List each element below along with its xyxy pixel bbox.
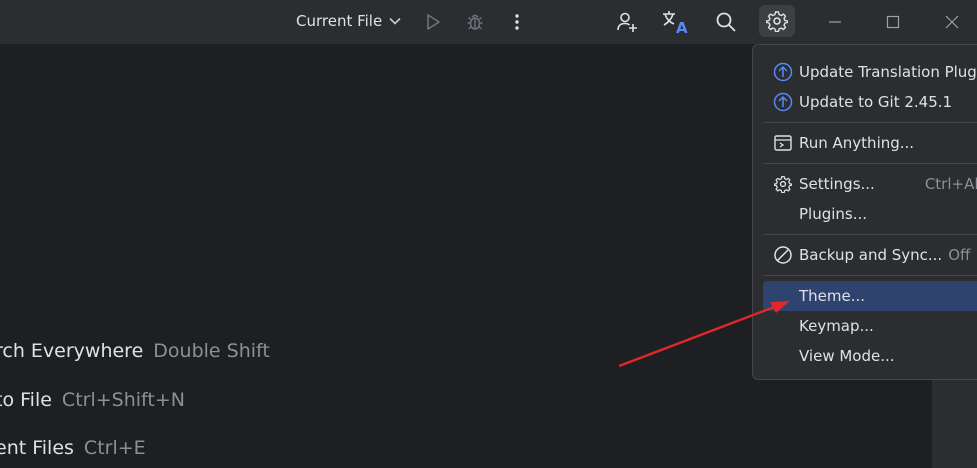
- code-with-me-button[interactable]: [612, 7, 642, 37]
- menu-item-settings[interactable]: Settings... Ctrl+Alt: [763, 169, 977, 199]
- menu-item-update-translation-plugin[interactable]: Update Translation Plugin: [763, 57, 977, 87]
- title-bar: Current File A: [0, 0, 977, 45]
- settings-button[interactable]: [759, 5, 795, 37]
- update-arrow-icon: [771, 60, 795, 84]
- debug-button[interactable]: [460, 7, 490, 37]
- run-config-label: Current File: [296, 12, 383, 30]
- search-button[interactable]: [711, 7, 741, 37]
- menu-item-label: Keymap...: [799, 317, 874, 335]
- run-anything-icon: [771, 131, 795, 155]
- settings-popup-menu: Update Translation Plugin Update to Git …: [752, 44, 977, 380]
- gear-icon: [771, 172, 795, 196]
- hint-shortcut: Ctrl+Shift+N: [61, 389, 185, 411]
- minimize-button[interactable]: [820, 7, 850, 37]
- menu-item-label: Run Anything...: [799, 134, 915, 152]
- hint-recent-files: ent Files Ctrl+E: [0, 437, 146, 459]
- close-icon: [945, 15, 959, 29]
- menu-item-label: Plugins...: [799, 205, 868, 223]
- menu-item-label: Backup and Sync...: [799, 246, 943, 264]
- menu-item-label: Theme...: [799, 287, 866, 305]
- hint-action: to File: [0, 389, 52, 411]
- svg-text:A: A: [676, 19, 688, 35]
- search-icon: [716, 12, 736, 32]
- hint-action: rch Everywhere: [0, 340, 144, 362]
- play-icon: [427, 14, 440, 30]
- run-button[interactable]: [418, 7, 448, 37]
- disabled-circle-icon: [771, 243, 795, 267]
- menu-item-theme[interactable]: Theme...: [763, 281, 977, 311]
- menu-separator: [763, 275, 977, 276]
- menu-item-plugins[interactable]: Plugins...: [763, 199, 977, 229]
- add-user-icon: [617, 12, 637, 32]
- menu-separator: [763, 163, 977, 164]
- hint-go-to-file: to File Ctrl+Shift+N: [0, 389, 185, 411]
- hint-search-everywhere: rch Everywhere Double Shift: [0, 340, 270, 362]
- gear-icon: [766, 11, 788, 32]
- menu-item-keymap[interactable]: Keymap...: [763, 311, 977, 341]
- menu-separator: [763, 122, 977, 123]
- menu-separator: [763, 234, 977, 235]
- translate-button[interactable]: A: [660, 7, 690, 37]
- menu-item-label: Update to Git 2.45.1: [799, 93, 953, 111]
- menu-item-label: Update Translation Plugin: [799, 63, 977, 81]
- close-window-button[interactable]: [937, 7, 967, 37]
- menu-item-shortcut: Ctrl+Alt: [924, 175, 977, 193]
- chevron-down-icon: [389, 17, 401, 25]
- update-arrow-icon: [771, 90, 795, 114]
- menu-item-view-mode[interactable]: View Mode...: [763, 341, 977, 371]
- menu-item-status: Off: [948, 246, 971, 264]
- menu-item-run-anything[interactable]: Run Anything...: [763, 128, 977, 158]
- hint-shortcut: Ctrl+E: [83, 437, 146, 459]
- maximize-icon: [886, 15, 900, 29]
- bug-icon: [467, 14, 483, 30]
- menu-item-backup-and-sync[interactable]: Backup and Sync... Off: [763, 240, 977, 270]
- translate-icon: A: [663, 11, 688, 35]
- hint-shortcut: Double Shift: [153, 340, 270, 362]
- maximize-button[interactable]: [878, 7, 908, 37]
- more-actions-button[interactable]: [502, 7, 532, 37]
- hint-action: ent Files: [0, 437, 74, 459]
- run-config-selector[interactable]: Current File: [288, 8, 410, 34]
- menu-item-label: Settings...: [799, 175, 875, 193]
- menu-item-label: View Mode...: [799, 347, 895, 365]
- minimize-icon: [829, 21, 841, 23]
- more-vertical-icon: [515, 14, 519, 30]
- menu-item-update-git[interactable]: Update to Git 2.45.1: [763, 87, 977, 117]
